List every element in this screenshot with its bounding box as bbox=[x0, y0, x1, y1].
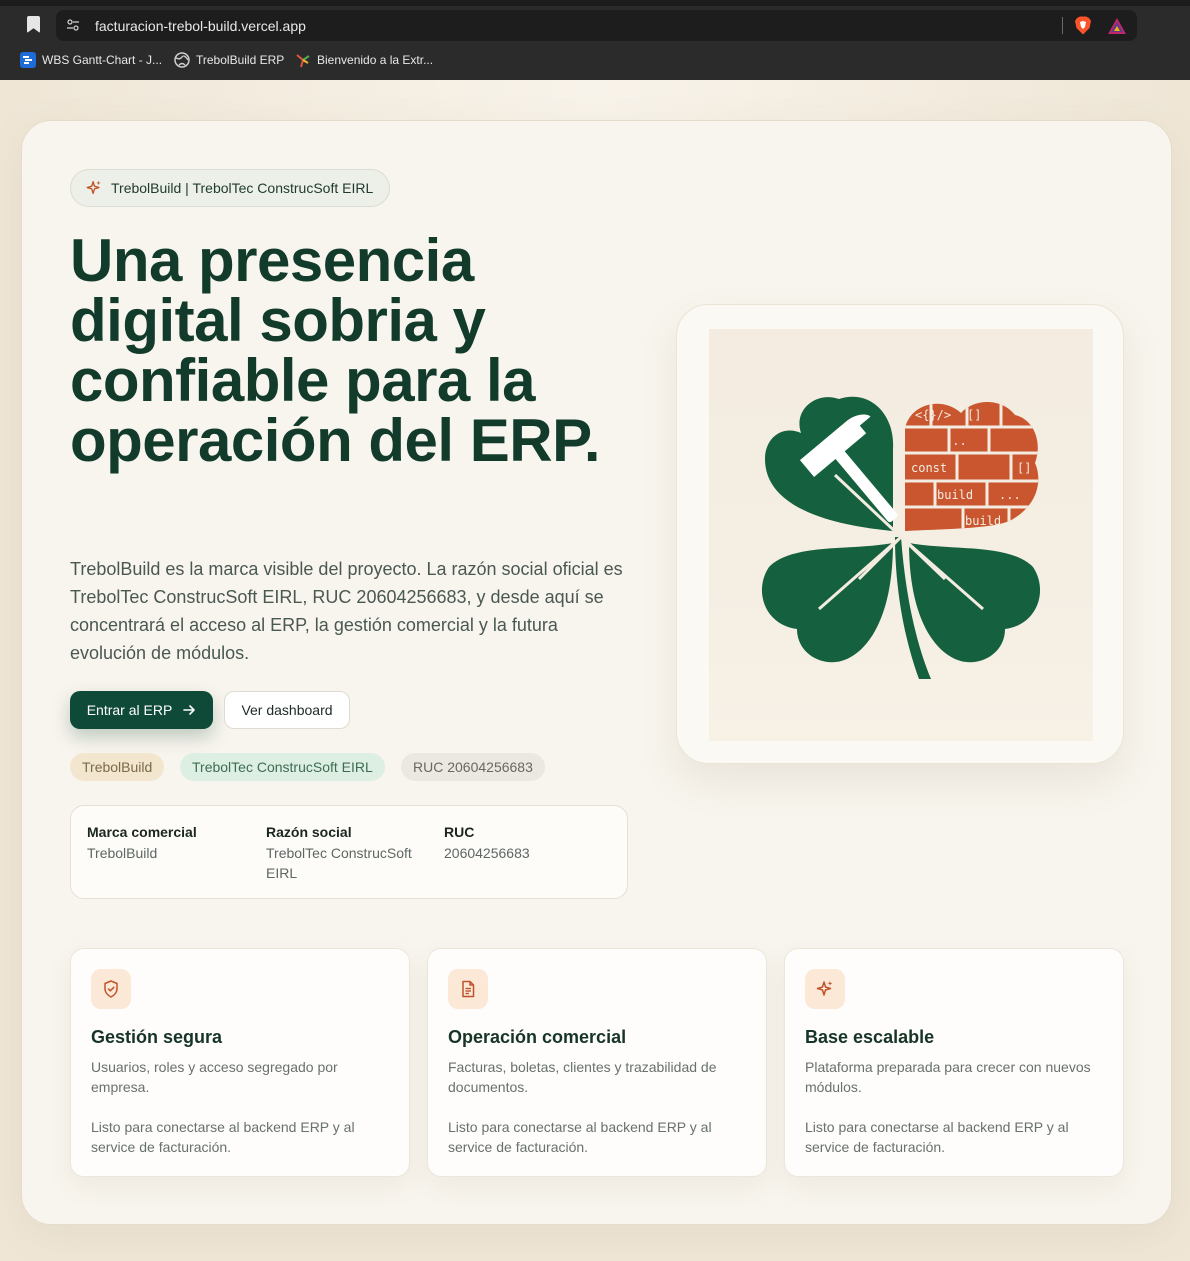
feature-card-gestion-segura: Gestión segura Usuarios, roles y acceso … bbox=[70, 948, 410, 1177]
globe-icon bbox=[174, 52, 190, 68]
page-title: Una presencia digital sobria y confiable… bbox=[70, 227, 601, 474]
view-dashboard-button[interactable]: Ver dashboard bbox=[224, 691, 350, 729]
code-word: ... bbox=[999, 488, 1021, 502]
fact-brand: Marca comercial TrebolBuild bbox=[87, 824, 247, 863]
code-word: ... bbox=[945, 434, 967, 448]
site-settings-icon[interactable] bbox=[66, 18, 80, 32]
logo-frame: <{}/> [] ... const [] build ... build bbox=[676, 304, 1124, 764]
brand-pill: TrebolBuild | TrebolTec ConstrucSoft EIR… bbox=[70, 169, 391, 207]
hero-description: TrebolBuild es la marca visible del proy… bbox=[70, 559, 623, 663]
arrow-right-icon bbox=[183, 705, 196, 715]
tag-ruc: RUC 20604256683 bbox=[401, 753, 545, 781]
feature-note: Listo para conectarse al backend ERP y a… bbox=[805, 1119, 1069, 1155]
bird-icon bbox=[296, 54, 310, 68]
feature-title: Base escalable bbox=[805, 1027, 935, 1047]
feature-note: Listo para conectarse al backend ERP y a… bbox=[91, 1119, 355, 1155]
document-icon bbox=[462, 980, 475, 998]
fact-company: Razón social TrebolTec ConstrucSoft EIRL bbox=[266, 824, 426, 883]
feature-description: Plataforma preparada para crecer con nue… bbox=[805, 1059, 1091, 1095]
sparkles-icon bbox=[816, 981, 833, 996]
bookmark-label: TrebolBuild ERP bbox=[196, 53, 285, 67]
enter-erp-button[interactable]: Entrar al ERP bbox=[70, 691, 213, 729]
feature-icon-box bbox=[805, 969, 845, 1009]
company-facts: Marca comercial TrebolBuild Razón social… bbox=[70, 805, 628, 899]
page-background: TrebolBuild | TrebolTec ConstrucSoft EIR… bbox=[0, 80, 1190, 1261]
tag-brand: TrebolBuild bbox=[70, 753, 165, 781]
fact-label: Marca comercial bbox=[87, 824, 197, 840]
code-word: [] bbox=[1017, 461, 1031, 475]
code-word: <{}/> bbox=[915, 408, 951, 422]
rewards-triangle-icon[interactable] bbox=[1107, 17, 1127, 35]
brand-pill-label: TrebolBuild | TrebolTec ConstrucSoft EIR… bbox=[111, 180, 374, 196]
address-divider bbox=[1062, 17, 1063, 34]
trebol-clover-logo: <{}/> [] ... const [] build ... build bbox=[761, 396, 1041, 679]
fact-ruc: RUC 20604256683 bbox=[444, 824, 604, 863]
feature-title: Gestión segura bbox=[91, 1027, 223, 1047]
feature-description: Facturas, boletas, clientes y trazabilid… bbox=[448, 1059, 717, 1095]
bookmark-icon[interactable] bbox=[27, 16, 40, 33]
feature-card-operacion-comercial: Operación comercial Facturas, boletas, c… bbox=[427, 948, 767, 1177]
feature-description: Usuarios, roles y acceso segregado por e… bbox=[91, 1059, 338, 1095]
brave-shields-icon[interactable] bbox=[1074, 16, 1092, 35]
code-word: [] bbox=[967, 408, 981, 422]
feature-icon-box bbox=[448, 969, 488, 1009]
code-word: build bbox=[937, 488, 973, 502]
fact-value: 20604256683 bbox=[444, 845, 530, 861]
tag-company: TrebolTec ConstrucSoft EIRL bbox=[180, 753, 385, 781]
url-text[interactable]: facturacion-trebol-build.vercel.app bbox=[95, 18, 306, 34]
bookmark-label: Bienvenido a la Extr... bbox=[317, 53, 434, 67]
hero-card: TrebolBuild | TrebolTec ConstrucSoft EIR… bbox=[21, 120, 1172, 1225]
gantt-app-icon bbox=[20, 52, 36, 68]
logo-canvas: <{}/> [] ... const [] build ... build bbox=[709, 329, 1093, 741]
sparkles-icon bbox=[86, 180, 101, 195]
browser-chrome: facturacion-trebol-build.vercel.app WBS … bbox=[0, 0, 1190, 80]
fact-label: RUC bbox=[444, 824, 475, 840]
shield-check-icon bbox=[104, 980, 118, 998]
tab-strip bbox=[0, 0, 1190, 6]
bookmark-wbs-gantt[interactable]: WBS Gantt-Chart - J... bbox=[20, 51, 162, 69]
fact-value: TrebolBuild bbox=[87, 845, 158, 861]
code-word: build bbox=[965, 514, 1001, 528]
fact-value: TrebolTec ConstrucSoft EIRL bbox=[266, 845, 412, 881]
code-word: const bbox=[911, 461, 947, 475]
bookmark-trebolbuild-erp[interactable]: TrebolBuild ERP bbox=[174, 51, 284, 69]
bookmark-label: WBS Gantt-Chart - J... bbox=[42, 53, 163, 67]
feature-title: Operación comercial bbox=[448, 1027, 627, 1047]
feature-card-base-escalable: Base escalable Plataforma preparada para… bbox=[784, 948, 1124, 1177]
address-bar[interactable]: facturacion-trebol-build.vercel.app bbox=[56, 10, 1137, 41]
feature-icon-box bbox=[91, 969, 131, 1009]
feature-note: Listo para conectarse al backend ERP y a… bbox=[448, 1119, 712, 1155]
bookmark-bienvenido[interactable]: Bienvenido a la Extr... bbox=[295, 51, 433, 69]
fact-label: Razón social bbox=[266, 824, 352, 840]
enter-erp-label: Entrar al ERP bbox=[86, 702, 173, 718]
